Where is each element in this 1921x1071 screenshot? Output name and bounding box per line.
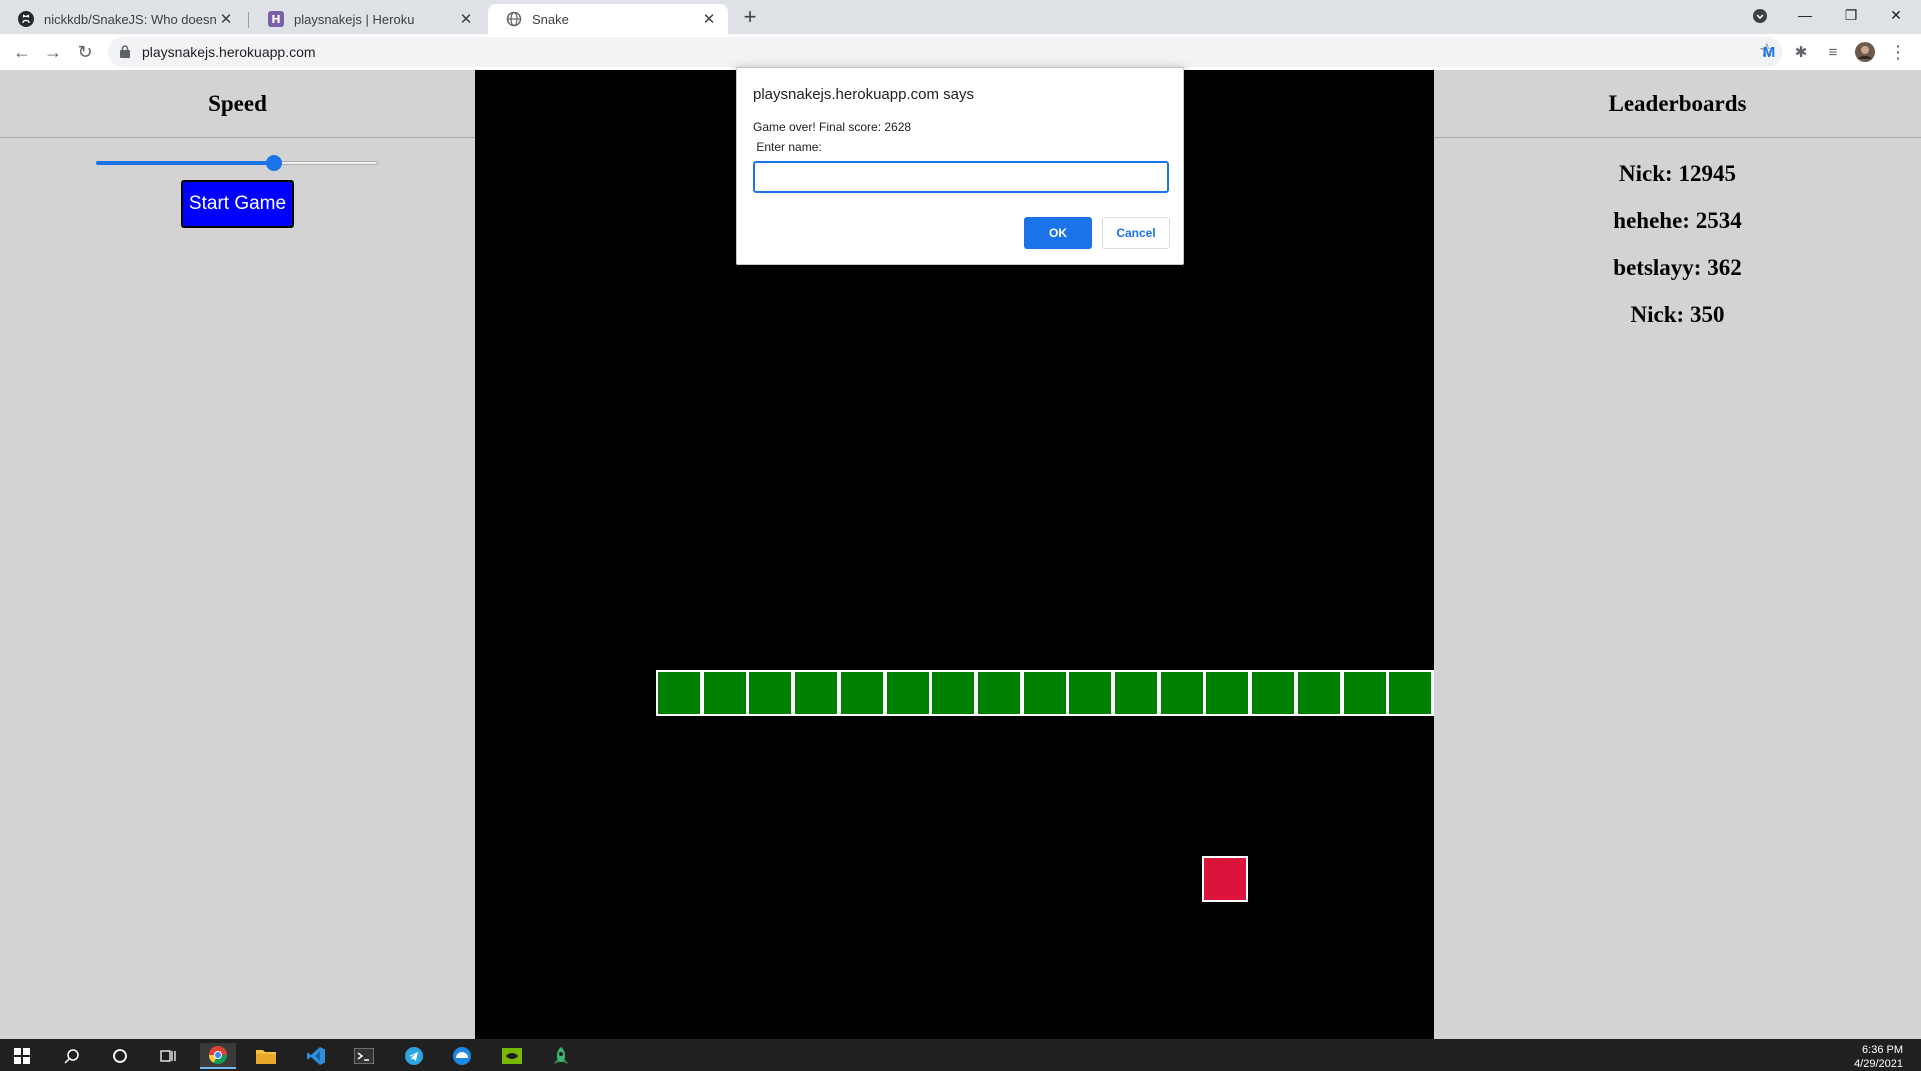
- cancel-button[interactable]: Cancel: [1102, 217, 1170, 249]
- leaderboard-entry: Nick: 12945: [1619, 161, 1736, 186]
- snake-segment: [839, 670, 885, 716]
- ok-button[interactable]: OK: [1024, 217, 1092, 249]
- globe-icon: [506, 11, 522, 27]
- puzzle-icon[interactable]: ✱: [1789, 40, 1813, 64]
- tab-heroku[interactable]: H playsnakejs | Heroku ✕: [250, 4, 485, 34]
- prompt-dialog: playsnakejs.herokuapp.com says Game over…: [736, 67, 1184, 265]
- speed-title: Speed: [0, 70, 475, 138]
- snake-segment: [1159, 670, 1205, 716]
- snake-segment: [1022, 670, 1068, 716]
- vscode-icon[interactable]: [298, 1043, 334, 1069]
- github-icon: [18, 11, 34, 27]
- slider-fill: [96, 161, 274, 165]
- snake-segment: [1387, 670, 1433, 716]
- minimize-icon[interactable]: —: [1782, 0, 1828, 30]
- snake-segment: [930, 670, 976, 716]
- leaderboard-title: Leaderboards: [1434, 70, 1921, 138]
- nvidia-icon[interactable]: [494, 1043, 530, 1069]
- snake-segment: [747, 670, 793, 716]
- leaderboard-list: Nick: 12945 hehehe: 2534 betslayy: 362 N…: [1434, 138, 1921, 342]
- snake-segment: [1342, 670, 1388, 716]
- dialog-message: Game over! Final score: 2628 Enter name:: [753, 117, 911, 157]
- terminal-icon[interactable]: [346, 1043, 382, 1069]
- tab-github[interactable]: nickkdb/SnakeJS: Who doesn't lo ✕: [0, 4, 245, 34]
- start-game-button[interactable]: Start Game: [181, 180, 294, 228]
- dialog-message-score: Game over! Final score: 2628: [753, 120, 912, 134]
- tab-title: playsnakejs | Heroku: [294, 11, 415, 27]
- tab-strip: nickkdb/SnakeJS: Who doesn't lo ✕ H play…: [0, 0, 1921, 34]
- back-icon[interactable]: ←: [10, 40, 34, 64]
- address-bar[interactable]: playsnakejs.herokuapp.com ☆: [108, 37, 1783, 67]
- close-icon[interactable]: ✕: [457, 10, 475, 28]
- menu-icon[interactable]: ⋮: [1886, 40, 1910, 64]
- clock-date: 4/29/2021: [1854, 1058, 1903, 1070]
- avatar[interactable]: [1853, 40, 1877, 64]
- leaderboard-entry: Nick: 350: [1630, 302, 1725, 327]
- leaderboard-panel: Leaderboards Nick: 12945 hehehe: 2534 be…: [1434, 70, 1921, 1039]
- cortana-icon[interactable]: [102, 1043, 138, 1069]
- window-close-icon[interactable]: ✕: [1873, 0, 1919, 30]
- food-square: [1202, 856, 1248, 902]
- url-text: playsnakejs.herokuapp.com: [142, 44, 316, 60]
- snake-segment: [1204, 670, 1250, 716]
- tab-snake[interactable]: Snake ✕: [488, 4, 728, 34]
- search-icon[interactable]: [54, 1043, 90, 1069]
- dialog-message-prompt: Enter name:: [753, 140, 822, 154]
- system-clock[interactable]: 6:36 PM 4/29/2021: [1813, 1043, 1903, 1071]
- file-explorer-icon[interactable]: [248, 1043, 284, 1069]
- close-icon[interactable]: ✕: [217, 10, 235, 28]
- tab-title: Snake: [532, 11, 569, 27]
- heroku-icon: H: [268, 11, 284, 27]
- restore-icon[interactable]: ❐: [1828, 0, 1874, 30]
- slider-thumb[interactable]: [265, 155, 282, 171]
- lock-icon: [120, 45, 130, 63]
- leaderboard-entry: hehehe: 2534: [1613, 208, 1742, 233]
- snake-segment: [976, 670, 1022, 716]
- snake-segment: [1113, 670, 1159, 716]
- telegram-icon[interactable]: [396, 1043, 432, 1069]
- snake-segment: [1296, 670, 1342, 716]
- dialog-title: playsnakejs.herokuapp.com says: [753, 86, 974, 103]
- rocket-icon[interactable]: [543, 1043, 579, 1069]
- new-tab-button[interactable]: +: [738, 6, 762, 30]
- task-view-icon[interactable]: [150, 1043, 186, 1069]
- tab-divider: [248, 12, 249, 28]
- extension-icon[interactable]: M: [1757, 40, 1781, 64]
- clock-time: 6:36 PM: [1862, 1044, 1903, 1056]
- speed-panel: Speed Start Game: [0, 70, 475, 1039]
- close-icon[interactable]: ✕: [700, 10, 718, 28]
- snake-segment: [1067, 670, 1113, 716]
- snake-segment: [702, 670, 748, 716]
- svg-text:H: H: [271, 13, 280, 26]
- tab-title: nickkdb/SnakeJS: Who doesn't lo: [44, 11, 217, 27]
- reload-icon[interactable]: ↻: [73, 40, 97, 64]
- leaderboard-entry: betslayy: 362: [1613, 255, 1742, 280]
- reading-list-icon[interactable]: ≡: [1821, 40, 1845, 64]
- snake-segment: [793, 670, 839, 716]
- tab-search-icon[interactable]: [1737, 0, 1783, 30]
- app-icon[interactable]: [444, 1043, 480, 1069]
- snake-segment: [885, 670, 931, 716]
- forward-icon[interactable]: →: [41, 40, 65, 64]
- chrome-icon[interactable]: [200, 1043, 236, 1069]
- taskbar: 6:36 PM 4/29/2021: [0, 1039, 1921, 1071]
- browser-toolbar: ← → ↻ playsnakejs.herokuapp.com ☆ M ✱ ≡ …: [0, 34, 1921, 70]
- windows-start-icon[interactable]: [4, 1043, 40, 1069]
- snake-segment: [1250, 670, 1296, 716]
- name-input[interactable]: [753, 161, 1169, 193]
- speed-slider[interactable]: [96, 155, 378, 171]
- snake-segment: [656, 670, 702, 716]
